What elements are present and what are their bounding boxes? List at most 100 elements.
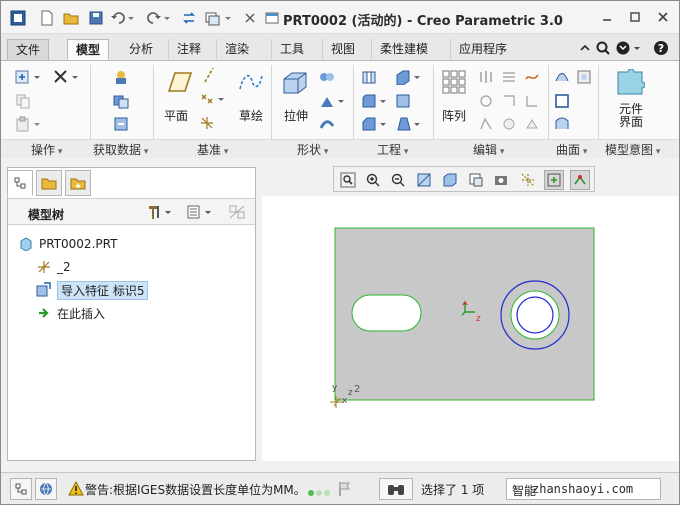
maximize-button[interactable]	[625, 8, 645, 26]
rib-icon[interactable]	[395, 93, 411, 109]
revolve-icon[interactable]	[319, 69, 335, 85]
slot-cutout[interactable]	[351, 294, 422, 332]
extrude-icon[interactable]	[281, 69, 309, 97]
tree-item-part[interactable]: PRT0002.PRT	[18, 234, 117, 254]
group-datum[interactable]: 基准	[197, 141, 228, 157]
coordinate-system-icon[interactable]	[199, 115, 215, 131]
hole-edge[interactable]	[510, 290, 560, 340]
find-button[interactable]	[379, 478, 413, 500]
style-icon[interactable]	[554, 116, 570, 132]
collapse-ribbon-icon[interactable]	[577, 40, 593, 56]
tree-settings-icon[interactable]	[146, 204, 176, 220]
view-manager-icon[interactable]	[492, 170, 512, 190]
tab-analysis[interactable]: 分析	[121, 39, 161, 60]
help-icon[interactable]: ?	[653, 40, 669, 56]
point-icon[interactable]	[199, 91, 229, 107]
tab-render[interactable]: 渲染	[216, 39, 257, 60]
tree-item-label: _2	[57, 260, 71, 274]
draft-icon[interactable]	[395, 116, 425, 132]
intersect-icon[interactable]	[478, 116, 494, 132]
user-defined-feature-icon[interactable]	[113, 69, 129, 85]
fill-icon[interactable]	[554, 93, 570, 109]
flag-icon[interactable]	[337, 481, 353, 497]
freestyle-icon[interactable]	[576, 69, 592, 85]
undo-icon[interactable]	[109, 9, 137, 27]
tab-model[interactable]: 模型	[67, 39, 110, 60]
tree-item-import-feature[interactable]: 导入特征 标识5	[36, 280, 149, 300]
hole-icon[interactable]	[361, 69, 377, 85]
search-icon[interactable]	[595, 40, 611, 56]
tab-flexible-modeling[interactable]: 柔性建模	[371, 39, 436, 60]
axis-icon[interactable]	[201, 67, 217, 83]
help-center-icon[interactable]	[615, 40, 645, 56]
datum-display-filters-icon[interactable]	[518, 170, 538, 190]
open-folder-icon[interactable]	[62, 9, 80, 27]
tab-view[interactable]: 视图	[322, 39, 363, 60]
group-engineering[interactable]: 工程	[377, 141, 408, 157]
zoom-in-icon[interactable]	[363, 170, 383, 190]
redo-icon[interactable]	[145, 9, 173, 27]
tree-filter-icon[interactable]	[228, 204, 248, 220]
saved-orientations-icon[interactable]	[466, 170, 486, 190]
import-feature-icon	[36, 282, 52, 298]
delete-icon[interactable]	[53, 69, 83, 85]
windows-icon[interactable]	[204, 9, 234, 27]
tab-annotate[interactable]: 注释	[168, 39, 209, 60]
trim-icon[interactable]	[501, 93, 517, 109]
sweep-icon[interactable]	[319, 93, 349, 109]
refit-icon[interactable]	[338, 170, 358, 190]
minimize-button[interactable]	[597, 8, 617, 26]
copy-geometry-icon[interactable]	[113, 93, 129, 109]
regenerate-tool-icon[interactable]	[15, 69, 45, 85]
tab-applications[interactable]: 应用程序	[450, 39, 515, 60]
group-editing[interactable]: 编辑	[473, 141, 504, 157]
group-surfaces[interactable]: 曲面	[556, 141, 587, 157]
tab-favorites[interactable]	[65, 170, 91, 196]
display-style-icon[interactable]	[440, 170, 460, 190]
annotation-display-icon[interactable]	[570, 170, 590, 190]
paste-icon[interactable]	[15, 116, 45, 132]
boundary-blend-icon[interactable]	[554, 69, 570, 85]
plane-icon[interactable]	[163, 69, 193, 95]
app-menu-icon[interactable]	[9, 9, 27, 27]
new-file-icon[interactable]	[38, 9, 56, 27]
close-window-icon[interactable]	[241, 9, 259, 27]
mirror-icon[interactable]	[478, 69, 494, 85]
group-operations[interactable]: 操作	[31, 141, 62, 157]
round-icon[interactable]	[361, 93, 391, 109]
tree-item-csys[interactable]: _2	[36, 257, 71, 277]
project-icon[interactable]	[524, 69, 540, 85]
tab-model-tree[interactable]	[7, 170, 33, 196]
thicken-icon[interactable]	[501, 116, 517, 132]
merge-icon[interactable]	[501, 69, 517, 85]
chamfer-icon[interactable]	[361, 116, 391, 132]
group-model-intent[interactable]: 模型意图	[605, 141, 660, 157]
tree-item-insert-here[interactable]: 在此插入	[36, 303, 105, 323]
close-button[interactable]	[653, 8, 673, 26]
shell-icon[interactable]	[395, 69, 425, 86]
tree-show-icon[interactable]	[186, 204, 216, 220]
tab-folder-browser[interactable]	[36, 170, 62, 196]
offset-icon[interactable]	[524, 93, 540, 109]
repaint-icon[interactable]	[414, 170, 434, 190]
solidify-icon[interactable]	[524, 116, 540, 132]
toggle-navigator-icon[interactable]	[10, 478, 32, 500]
copy-icon[interactable]	[15, 93, 31, 109]
shrinkwrap-icon[interactable]	[113, 116, 129, 132]
group-shapes[interactable]: 形状	[297, 141, 328, 157]
graphics-area[interactable]: z y x z 2	[262, 196, 679, 461]
component-interface-icon[interactable]	[615, 68, 646, 97]
regen-status-indicator	[307, 486, 333, 496]
toggle-browser-icon[interactable]	[35, 478, 57, 500]
pattern-icon[interactable]	[441, 69, 467, 97]
sketch-icon[interactable]	[238, 69, 264, 95]
save-icon[interactable]	[87, 9, 105, 27]
spin-center-icon[interactable]	[544, 170, 564, 190]
extend-icon[interactable]	[478, 93, 494, 109]
regenerate-icon[interactable]	[180, 9, 198, 27]
zoom-out-icon[interactable]	[388, 170, 408, 190]
swept-blend-icon[interactable]	[319, 116, 335, 132]
group-get-data[interactable]: 获取数据	[93, 141, 148, 157]
tab-file[interactable]: 文件	[7, 39, 50, 60]
tab-tools[interactable]: 工具	[271, 39, 312, 60]
